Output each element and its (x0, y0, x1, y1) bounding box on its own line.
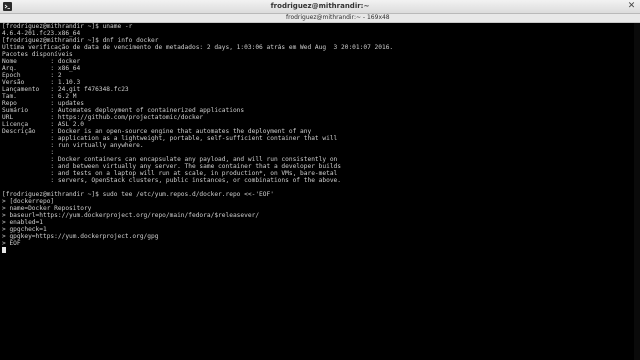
terminal-line: : Docker containers can encapsulate any … (2, 156, 338, 163)
terminal-line: Lançamento : 24.git f476348.fc23 (2, 86, 129, 93)
terminal-line: Repo : updates (2, 100, 84, 107)
terminal-line: Licença : ASL 2.0 (2, 121, 84, 128)
terminal-line: [frodriguez@mithrandir ~]$ sudo tee /etc… (2, 191, 274, 198)
terminal-line: : (2, 149, 55, 156)
terminal-line: Nome : docker (2, 58, 81, 65)
terminal-line: Descrição : Docker is an open-source eng… (2, 128, 312, 135)
terminal-line: URL : https://github.com/projectatomic/d… (2, 114, 204, 121)
terminal-window: frodriguez@mithrandir:~ ✕ frodriguez@mit… (0, 0, 640, 360)
tab-bar: frodriguez@mithrandir:~ - 169x48 (0, 14, 640, 23)
scrollbar[interactable] (634, 23, 640, 360)
terminal-line: : and between virtually any server. The … (2, 163, 341, 170)
terminal-line: [frodriguez@mithrandir ~]$ dnf info dock… (2, 37, 159, 44)
terminal-line: : run virtually anywhere. (2, 142, 144, 149)
terminal-line: > gpgkey=https://yum.dockerproject.org/g… (2, 233, 159, 240)
terminal-line: > enabled=1 (2, 219, 43, 226)
terminal-line: : servers, OpenStack clusters, public in… (2, 177, 341, 184)
terminal-line: Arq. : x86_64 (2, 65, 81, 72)
terminal-line: 4.6.4-201.fc23.x86_64 (2, 30, 81, 37)
terminal-line: Epoch : 2 (2, 72, 62, 79)
title-bar[interactable]: frodriguez@mithrandir:~ ✕ (0, 0, 640, 14)
terminal-output[interactable]: [frodriguez@mithrandir ~]$ uname -r 4.6.4… (0, 23, 634, 360)
terminal-line: Versão : 1.10.3 (2, 79, 81, 86)
terminal-line: Tam. : 6.2 M (2, 93, 77, 100)
terminal-line: [frodriguez@mithrandir ~]$ uname -r (2, 23, 133, 30)
window-title: frodriguez@mithrandir:~ (270, 2, 370, 10)
terminal-line: > gpgcheck=1 (2, 226, 47, 233)
terminal-line: : application as a lightweight, portable… (2, 135, 338, 142)
terminal-prompt-line (2, 247, 634, 254)
cursor (2, 247, 6, 253)
terminal-line: > name=Docker Repository (2, 205, 92, 212)
terminal-line: : and tests on a laptop will run at scal… (2, 170, 338, 177)
terminal-line: Pacotes disponíveis (2, 51, 73, 58)
terminal-line: > baseurl=https://yum.dockerproject.org/… (2, 212, 260, 219)
terminal-line: > EOF (2, 240, 21, 247)
tab-terminal[interactable]: frodriguez@mithrandir:~ - 169x48 (280, 14, 396, 22)
terminal-line: Última verificação de data de vencimento… (2, 44, 394, 51)
terminal-line: Sumário : Automates deployment of contai… (2, 107, 245, 114)
terminal-line: > [dockerrepo] (2, 198, 55, 205)
close-icon[interactable]: ✕ (626, 1, 637, 12)
